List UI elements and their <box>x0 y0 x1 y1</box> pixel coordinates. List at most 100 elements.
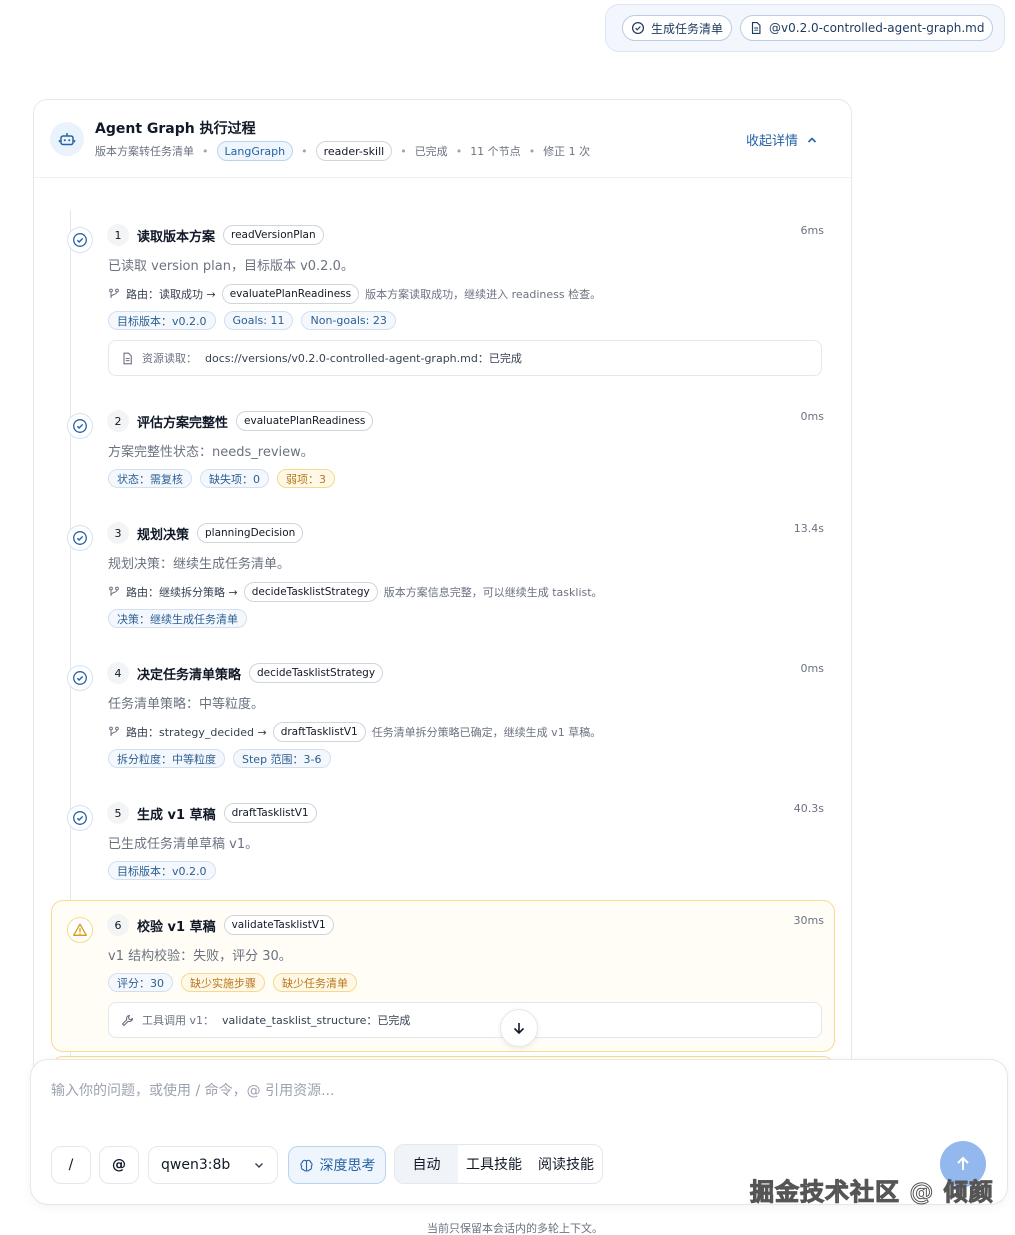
step-number: 4 <box>107 662 129 684</box>
model-select-value: qwen3:8b <box>161 1157 231 1173</box>
check-circle-icon <box>67 227 93 253</box>
tag: 目标版本：v0.2.0 <box>108 311 216 330</box>
tag: Step 范围：3-6 <box>233 749 331 768</box>
card-meta: 版本方案转任务清单 • LangGraph • reader-skill • 已… <box>95 141 590 161</box>
file-icon <box>123 352 132 364</box>
warning-tag: 弱项：3 <box>277 469 335 488</box>
step-duration: 0ms <box>800 662 824 675</box>
arrow-down-icon <box>513 1023 525 1035</box>
tag: 评分：30 <box>108 973 173 992</box>
tag: Non-goals: 23 <box>301 311 396 330</box>
route-label: 路由：strategy_decided → <box>126 726 267 739</box>
step-duration: 0ms <box>800 410 824 423</box>
step-duration: 40.3s <box>793 802 824 815</box>
step-summary: 已读取 version plan，目标版本 v0.2.0。 <box>108 259 354 274</box>
skill-badge: reader-skill <box>315 141 393 161</box>
brain-icon <box>299 1159 313 1171</box>
robot-icon <box>50 122 84 156</box>
step-route: 路由：strategy_decided → draftTasklistV1 任务… <box>108 722 601 742</box>
step-number: 6 <box>107 914 129 936</box>
mode-tool-skill[interactable]: 工具技能 <box>458 1145 530 1183</box>
tag: 状态：需复核 <box>108 469 192 488</box>
tag: 决策：继续生成任务清单 <box>108 609 247 628</box>
tool-call-value: validate_tasklist_structure：已完成 <box>222 1014 411 1027</box>
step-title: 规划决策 <box>137 527 190 543</box>
resource-value: docs://versions/v0.2.0-controlled-agent-… <box>205 352 522 365</box>
route-label: 路由：读取成功 → <box>126 288 216 301</box>
branch-icon <box>109 288 119 298</box>
check-circle-icon <box>67 413 93 439</box>
step-route: 路由：继续拆分策略 → decideTasklistStrategy 版本方案信… <box>108 582 603 602</box>
step-node-code: readVersionPlan <box>223 225 324 245</box>
step-summary: 方案完整性状态：needs_review。 <box>108 445 314 460</box>
step-title: 生成 v1 草稿 <box>137 807 216 823</box>
engine-badge: LangGraph <box>216 141 294 161</box>
context-note: 当前只保留本会话内的多轮上下文。 <box>427 1222 603 1235</box>
slash-command-button[interactable]: / <box>51 1146 91 1184</box>
step-tags: 状态：需复核 缺失项：0 弱项：3 <box>108 469 335 488</box>
step-tags: 决策：继续生成任务清单 <box>108 609 247 628</box>
step-tags: 拆分粒度：中等粒度 Step 范围：3-6 <box>108 749 331 768</box>
step-tags: 目标版本：v0.2.0 <box>108 861 216 880</box>
subtitle: 版本方案转任务清单 <box>95 145 194 158</box>
mode-auto[interactable]: 自动 <box>395 1145 458 1183</box>
route-description: 版本方案信息完整，可以继续生成 tasklist。 <box>383 586 603 599</box>
message-input[interactable]: 输入你的问题，或使用 / 命令，@ 引用资源... <box>51 1080 334 1100</box>
deep-think-label: 深度思考 <box>319 1158 376 1174</box>
step-summary: 已生成任务清单草稿 v1。 <box>108 837 259 852</box>
route-target: draftTasklistV1 <box>272 722 366 742</box>
step-summary: 任务清单策略：中等粒度。 <box>108 697 265 712</box>
mode-read-skill[interactable]: 阅读技能 <box>530 1145 602 1183</box>
step-number: 2 <box>107 410 129 432</box>
deep-think-toggle[interactable]: 深度思考 <box>288 1146 386 1184</box>
step-title: 评估方案完整性 <box>137 415 229 431</box>
file-chip-label: @v0.2.0-controlled-agent-graph.md <box>769 21 985 35</box>
collapse-details-button[interactable]: 收起详情 <box>746 130 818 149</box>
check-circle-icon <box>631 21 645 35</box>
mention-resource-button[interactable]: @ <box>99 1146 139 1184</box>
watermark: 掘金技术社区 @ 倾颜 <box>750 1178 994 1207</box>
file-icon <box>751 22 761 34</box>
step-number: 3 <box>107 522 129 544</box>
context-chips-bar: 生成任务清单 @v0.2.0-controlled-agent-graph.md <box>605 4 1005 52</box>
step-duration: 30ms <box>793 914 824 927</box>
card-title: Agent Graph 执行过程 <box>95 121 256 137</box>
route-description: 版本方案读取成功，继续进入 readiness 检查。 <box>365 288 602 301</box>
step-title: 校验 v1 草稿 <box>137 919 216 935</box>
check-circle-icon <box>67 665 93 691</box>
warning-icon <box>67 917 93 943</box>
card-header: Agent Graph 执行过程 版本方案转任务清单 • LangGraph •… <box>34 100 851 178</box>
mode-segmented-control: 自动 工具技能 阅读技能 <box>394 1144 603 1184</box>
chevron-down-icon <box>255 1163 263 1168</box>
step-tags: 目标版本：v0.2.0 Goals: 11 Non-goals: 23 <box>108 311 396 330</box>
status-text: 已完成 <box>414 145 448 158</box>
step-node-code: decideTasklistStrategy <box>249 663 384 683</box>
tag: 拆分粒度：中等粒度 <box>108 749 225 768</box>
step-tags: 评分：30 缺少实施步骤 缺少任务清单 <box>108 973 357 992</box>
step-number: 1 <box>107 224 129 246</box>
route-target: evaluatePlanReadiness <box>221 284 360 304</box>
step-number: 5 <box>107 802 129 824</box>
node-count: 11 个节点 <box>470 145 521 158</box>
step-title: 决定任务清单策略 <box>137 667 242 683</box>
arrow-up-icon <box>957 1156 969 1170</box>
branch-icon <box>109 726 119 736</box>
resource-key: 资源读取： <box>142 352 197 365</box>
step-title: 读取版本方案 <box>137 229 216 245</box>
route-label: 路由：继续拆分策略 → <box>126 586 238 599</box>
revision-count: 修正 1 次 <box>543 145 591 158</box>
step-duration: 6ms <box>800 224 824 237</box>
file-chip[interactable]: @v0.2.0-controlled-agent-graph.md <box>740 15 994 41</box>
tool-call-key: 工具调用 v1： <box>142 1014 215 1027</box>
task-chip[interactable]: 生成任务清单 <box>622 15 733 41</box>
check-circle-icon <box>67 805 93 831</box>
model-select[interactable]: qwen3:8b <box>148 1146 278 1184</box>
scroll-to-bottom-button[interactable] <box>500 1009 538 1047</box>
resource-read-row: 资源读取： docs://versions/v0.2.0-controlled-… <box>108 340 822 376</box>
chevron-up-icon <box>807 136 817 143</box>
agent-graph-card: Agent Graph 执行过程 版本方案转任务清单 • LangGraph •… <box>33 99 852 1079</box>
warning-tag: 缺少任务清单 <box>273 973 357 992</box>
step-duration: 13.4s <box>793 522 824 535</box>
check-circle-icon <box>67 525 93 551</box>
tag: 目标版本：v0.2.0 <box>108 861 216 880</box>
